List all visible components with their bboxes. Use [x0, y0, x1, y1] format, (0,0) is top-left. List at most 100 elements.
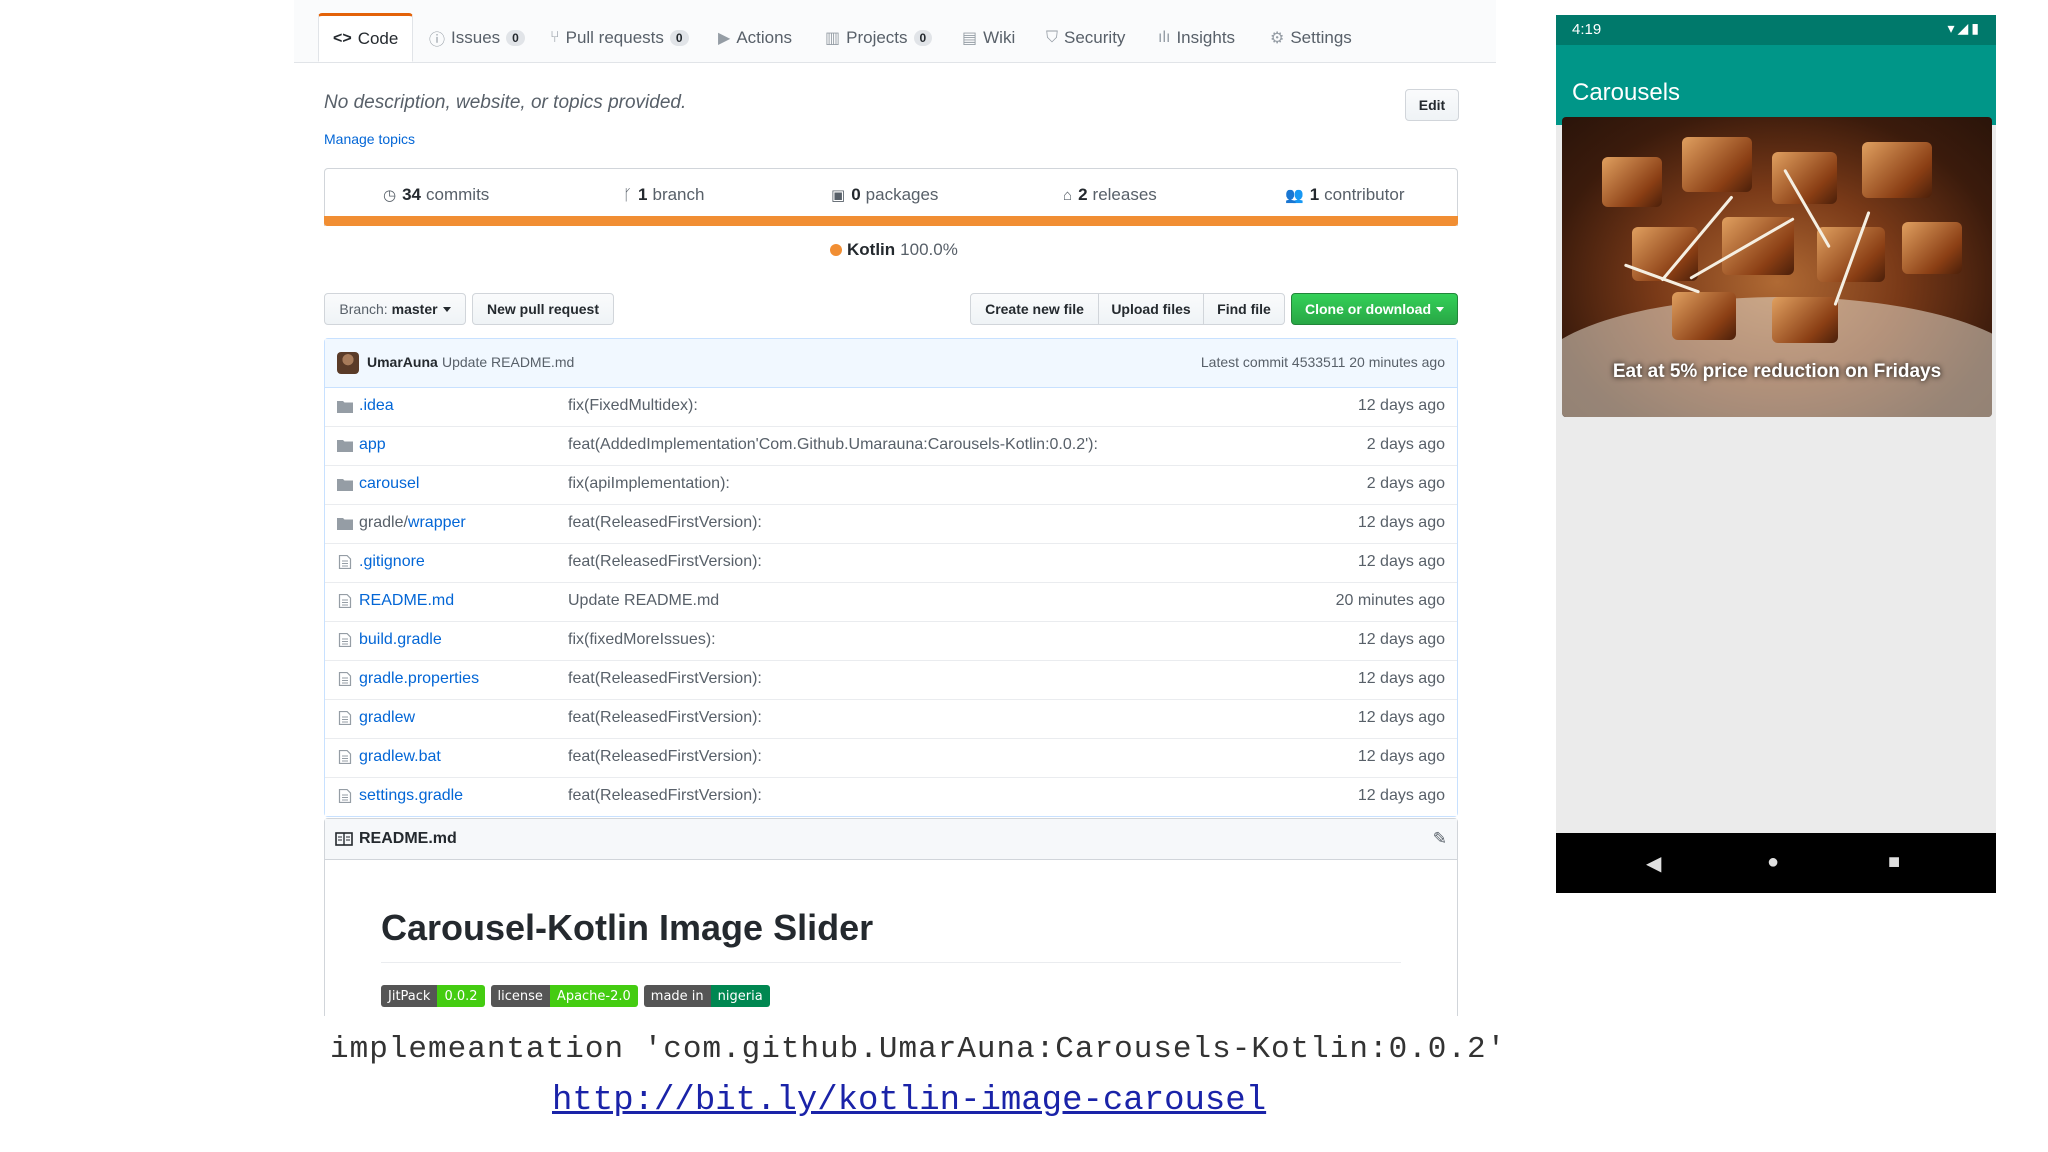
- carousel-short-link[interactable]: http://bit.ly/kotlin-image-carousel: [552, 1082, 1266, 1120]
- find-file-button[interactable]: Find file: [1203, 293, 1285, 325]
- create-new-file-button[interactable]: Create new file: [970, 293, 1099, 325]
- file-commit-message-link[interactable]: Update README.md: [568, 592, 719, 610]
- clone-or-download-button[interactable]: Clone or download: [1291, 293, 1458, 325]
- language-bar[interactable]: [324, 216, 1458, 226]
- file-name-link[interactable]: settings.gradle: [359, 787, 463, 805]
- file-commit-message-link[interactable]: fix(apiImplementation):: [568, 475, 730, 493]
- file-name-link[interactable]: .idea: [359, 397, 394, 415]
- language-name: Kotlin: [847, 240, 896, 259]
- edit-description-button[interactable]: Edit: [1405, 89, 1459, 121]
- home-icon[interactable]: ●: [1767, 851, 1779, 874]
- file-age: 2 days ago: [1366, 436, 1445, 453]
- tab-label: Pull requests: [565, 28, 664, 47]
- table-row: gradlew.bat feat(ReleasedFirstVersion): 12…: [325, 738, 1457, 777]
- tab-label: Security: [1064, 28, 1126, 47]
- badge-right-label: 0.0.2: [437, 985, 485, 1007]
- gear-icon: ⚙: [1270, 30, 1285, 47]
- made-in-badge[interactable]: made in nigeria: [643, 985, 770, 1007]
- file-name-link[interactable]: gradle/wrapper: [359, 514, 466, 532]
- folder-icon: [337, 479, 353, 491]
- tab-code[interactable]: <> Code: [318, 13, 414, 62]
- file-name-text: app: [359, 436, 386, 453]
- language-color-dot: [830, 244, 842, 256]
- people-icon: 👥: [1285, 187, 1304, 204]
- recents-icon[interactable]: ■: [1888, 851, 1900, 874]
- tab-issues[interactable]: ⓘ Issues 0: [429, 14, 525, 62]
- file-commit-message-link[interactable]: feat(ReleasedFirstVersion):: [568, 514, 762, 532]
- branch-label: branch: [652, 185, 705, 204]
- food-chunk: [1862, 142, 1932, 198]
- file-name-text: gradlew: [359, 709, 416, 726]
- table-row: .idea fix(FixedMultidex): 12 days ago: [325, 388, 1457, 426]
- file-commit-message-link[interactable]: feat(ReleasedFirstVersion):: [568, 670, 762, 688]
- file-rows: .idea fix(FixedMultidex): 12 days ago app fe…: [325, 388, 1457, 816]
- graph-icon: ılı: [1158, 29, 1171, 46]
- status-time: 4:19: [1572, 21, 1602, 38]
- file-commit-message-link[interactable]: fix(FixedMultidex):: [568, 397, 698, 415]
- file-age: 12 days ago: [1357, 553, 1445, 570]
- contributor-label: contributor: [1324, 185, 1405, 204]
- manage-topics-link[interactable]: Manage topics: [324, 131, 415, 147]
- file-name-text: settings.gradle: [359, 787, 464, 804]
- pencil-icon[interactable]: ✎: [1433, 829, 1447, 849]
- back-icon[interactable]: ◀: [1646, 851, 1661, 876]
- file-commit-message-link[interactable]: feat(AddedImplementation'Com.Github.Umar…: [568, 436, 1098, 454]
- file-name-link[interactable]: gradle.properties: [359, 670, 479, 688]
- folder-icon: [337, 440, 353, 452]
- file-name-link[interactable]: build.gradle: [359, 631, 442, 649]
- badge-left-label: made in: [643, 985, 711, 1007]
- file-name-link[interactable]: app: [359, 436, 386, 454]
- caret-down-icon: [1436, 306, 1444, 312]
- commit-message-link[interactable]: Update README.md: [442, 354, 574, 370]
- readme-divider: [381, 962, 1401, 963]
- commit-author-link[interactable]: UmarAuna: [367, 354, 438, 370]
- history-icon: ◷: [383, 187, 397, 204]
- repo-nav-tabs: <> Code ⓘ Issues 0 ⑂ Pull requests 0 ▶ A…: [294, 0, 1496, 63]
- tab-pull-requests[interactable]: ⑂ Pull requests 0: [550, 14, 689, 62]
- latest-commit-header: UmarAuna Update README.md Latest commit …: [325, 339, 1457, 388]
- tab-insights[interactable]: ılı Insights: [1158, 14, 1235, 62]
- github-repo-page: <> Code ⓘ Issues 0 ⑂ Pull requests 0 ▶ A…: [294, 0, 1496, 1016]
- book-icon: [335, 832, 353, 846]
- branch-name: master: [391, 301, 438, 317]
- branches-link[interactable]: ᚴ 1 branch: [623, 169, 704, 221]
- commits-label: commits: [426, 185, 490, 204]
- file-name-link[interactable]: README.md: [359, 592, 454, 610]
- file-commit-message-link[interactable]: feat(ReleasedFirstVersion):: [568, 748, 762, 766]
- file-icon: [338, 750, 352, 764]
- commits-link[interactable]: ◷ 34 commits: [383, 169, 489, 221]
- file-name-link[interactable]: gradlew: [359, 709, 415, 727]
- packages-link[interactable]: ▣ 0 packages: [831, 169, 938, 221]
- tab-security[interactable]: ⛉ Security: [1046, 14, 1125, 62]
- releases-link[interactable]: ⌂ 2 releases: [1063, 169, 1157, 221]
- file-name-link[interactable]: gradlew.bat: [359, 748, 441, 766]
- table-row: gradle.properties feat(ReleasedFirstVersi…: [325, 660, 1457, 699]
- file-commit-message-link[interactable]: feat(ReleasedFirstVersion):: [568, 553, 762, 571]
- new-pull-request-button[interactable]: New pull request: [472, 293, 614, 325]
- jitpack-badge[interactable]: JitPack 0.0.2: [381, 985, 485, 1007]
- readme-title: README.md: [335, 830, 457, 848]
- file-commit-message-link[interactable]: feat(ReleasedFirstVersion):: [568, 787, 762, 805]
- language-stat: Kotlin 100.0%: [830, 240, 958, 260]
- tab-actions[interactable]: ▶ Actions: [718, 14, 792, 62]
- branch-prefix-label: Branch:: [339, 301, 388, 317]
- tab-projects[interactable]: ▥ Projects 0: [825, 14, 933, 62]
- upload-files-button[interactable]: Upload files: [1098, 293, 1204, 325]
- contributors-link[interactable]: 👥 1 contributor: [1285, 169, 1404, 221]
- file-commit-message-link[interactable]: feat(ReleasedFirstVersion):: [568, 709, 762, 727]
- table-row: gradlew feat(ReleasedFirstVersion): 12 day…: [325, 699, 1457, 738]
- license-badge[interactable]: license Apache-2.0: [490, 985, 638, 1007]
- file-name-link[interactable]: carousel: [359, 475, 419, 493]
- latest-commit-info[interactable]: Latest commit 4533511 20 minutes ago: [1201, 354, 1445, 370]
- file-name-link[interactable]: .gitignore: [359, 553, 425, 571]
- avatar[interactable]: [337, 352, 359, 374]
- file-commit-message-link[interactable]: fix(fixedMoreIssues):: [568, 631, 716, 649]
- tab-settings[interactable]: ⚙ Settings: [1270, 14, 1352, 62]
- branch-select-button[interactable]: Branch: master: [324, 293, 466, 325]
- file-age: 12 days ago: [1357, 748, 1445, 765]
- android-nav-bar: ◀ ● ■: [1556, 833, 1996, 893]
- tab-wiki[interactable]: ▤ Wiki: [962, 14, 1015, 62]
- carousel-image[interactable]: Eat at 5% price reduction on Fridays: [1562, 117, 1992, 417]
- releases-label: releases: [1092, 185, 1157, 204]
- issues-count-badge: 0: [506, 30, 525, 46]
